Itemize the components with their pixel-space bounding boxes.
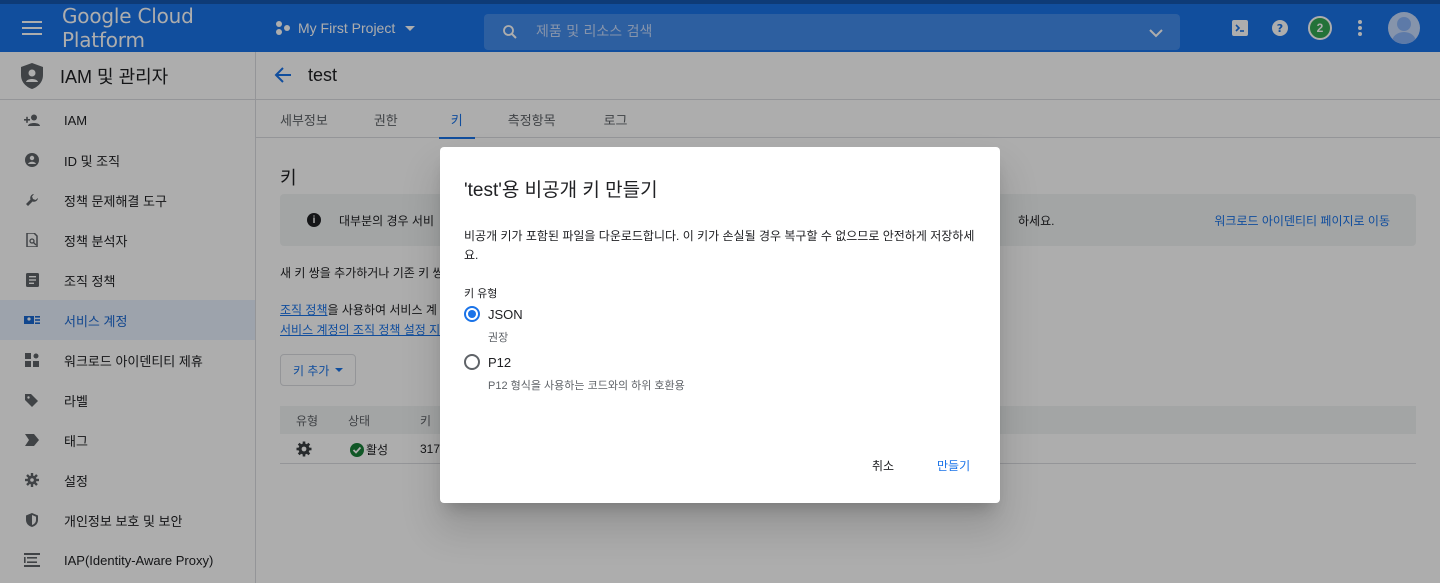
p12-radio[interactable] bbox=[464, 354, 480, 370]
create-button[interactable]: 만들기 bbox=[937, 457, 970, 474]
p12-option[interactable]: P12 bbox=[464, 354, 511, 370]
json-radio[interactable] bbox=[464, 306, 480, 322]
dialog-title: 'test'용 비공개 키 만들기 bbox=[464, 180, 658, 201]
p12-label: P12 bbox=[488, 354, 512, 370]
p12-hint: P12 형식을 사용하는 코드와의 하위 호환용 bbox=[488, 380, 685, 392]
dialog-body: 비공개 키가 포함된 파일을 다운로드합니다. 이 키가 손실될 경우 복구할 … bbox=[464, 229, 975, 262]
json-label: JSON bbox=[488, 306, 523, 322]
json-hint: 권장 bbox=[488, 332, 509, 344]
create-key-dialog: 'test'용 비공개 키 만들기 비공개 키가 포함된 파일을 다운로드합니다… bbox=[440, 147, 1000, 503]
cancel-button[interactable]: 취소 bbox=[872, 457, 894, 474]
key-type-label: 키 유형 bbox=[464, 288, 498, 300]
json-option[interactable]: JSON bbox=[464, 306, 523, 322]
